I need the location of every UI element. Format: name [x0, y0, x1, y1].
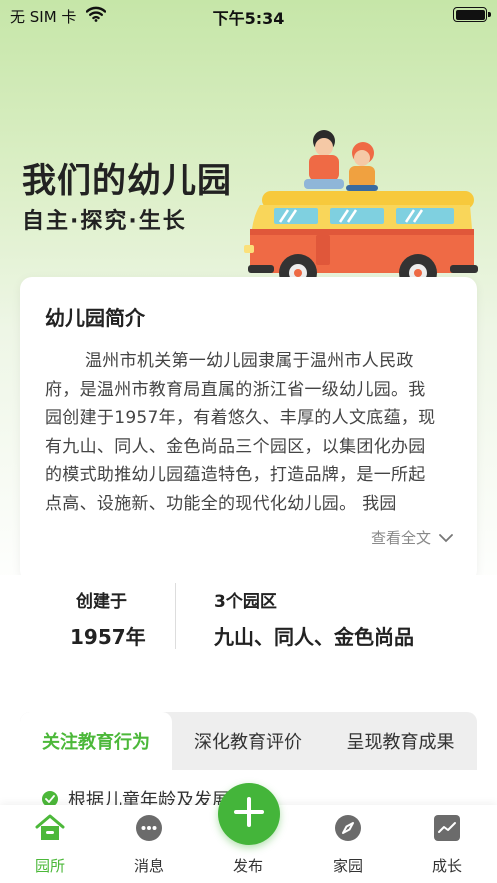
- school-bus-illustration: [244, 130, 478, 292]
- home-indicator-area: [0, 876, 497, 883]
- founded-value: 1957年: [70, 625, 146, 649]
- nav-label-messages: 消息: [133, 857, 164, 875]
- campus-count-label: 3个园区: [214, 592, 277, 612]
- children-illustration: [304, 130, 378, 191]
- nav-label-home: 园所: [34, 857, 65, 875]
- tab-education-evaluation[interactable]: 深化教育评价: [172, 712, 324, 770]
- tab-education-behavior[interactable]: 关注教育行为: [20, 712, 172, 770]
- clock: 下午5:34: [212, 9, 285, 28]
- founded-label: 创建于: [76, 592, 127, 612]
- intro-body: 温州市机关第一幼儿园隶属于温州市人民政府，是温州市教育局直属的浙江省一级幼儿园。…: [45, 351, 436, 514]
- nav-item-growth[interactable]: 成长: [407, 813, 487, 876]
- page-subtitle: 自主·探究·生长: [22, 209, 187, 234]
- stats-divider: [175, 583, 176, 649]
- chart-icon: [432, 813, 462, 843]
- nav-item-messages[interactable]: 消息: [109, 813, 189, 876]
- intro-card: 幼儿园简介 温州市机关第一幼儿园隶属于温州市人民政府，是温州市教育局直属的浙江省…: [20, 277, 477, 582]
- tab-bar: 关注教育行为 深化教育评价 呈现教育成果: [20, 712, 477, 770]
- campus-names: 九山、同人、金色尚品: [214, 625, 414, 649]
- chevron-down-icon: [439, 529, 453, 547]
- read-more-button[interactable]: 查看全文: [371, 527, 453, 548]
- compass-icon: [333, 813, 363, 843]
- tab-education-results[interactable]: 呈现教育成果: [324, 712, 477, 770]
- nav-item-home[interactable]: 园所: [10, 813, 90, 876]
- page-title: 我们的幼儿园: [22, 161, 232, 201]
- status-bar: 无 SIM 卡 下午5:34: [0, 0, 497, 30]
- publish-button[interactable]: [218, 783, 280, 845]
- intro-heading: 幼儿园简介: [45, 306, 145, 330]
- home-icon: [35, 813, 65, 843]
- plus-icon: [232, 795, 266, 833]
- message-icon: [134, 813, 164, 843]
- nav-label-family: 家园: [332, 857, 363, 875]
- nav-label-growth: 成长: [431, 857, 462, 875]
- stats-section: 创建于 1957年 3个园区 九山、同人、金色尚品: [0, 575, 497, 665]
- nav-label-publish: 发布: [232, 857, 263, 875]
- battery-icon: [453, 7, 491, 22]
- read-more-label: 查看全文: [370, 529, 431, 547]
- nav-item-family[interactable]: 家园: [308, 813, 388, 876]
